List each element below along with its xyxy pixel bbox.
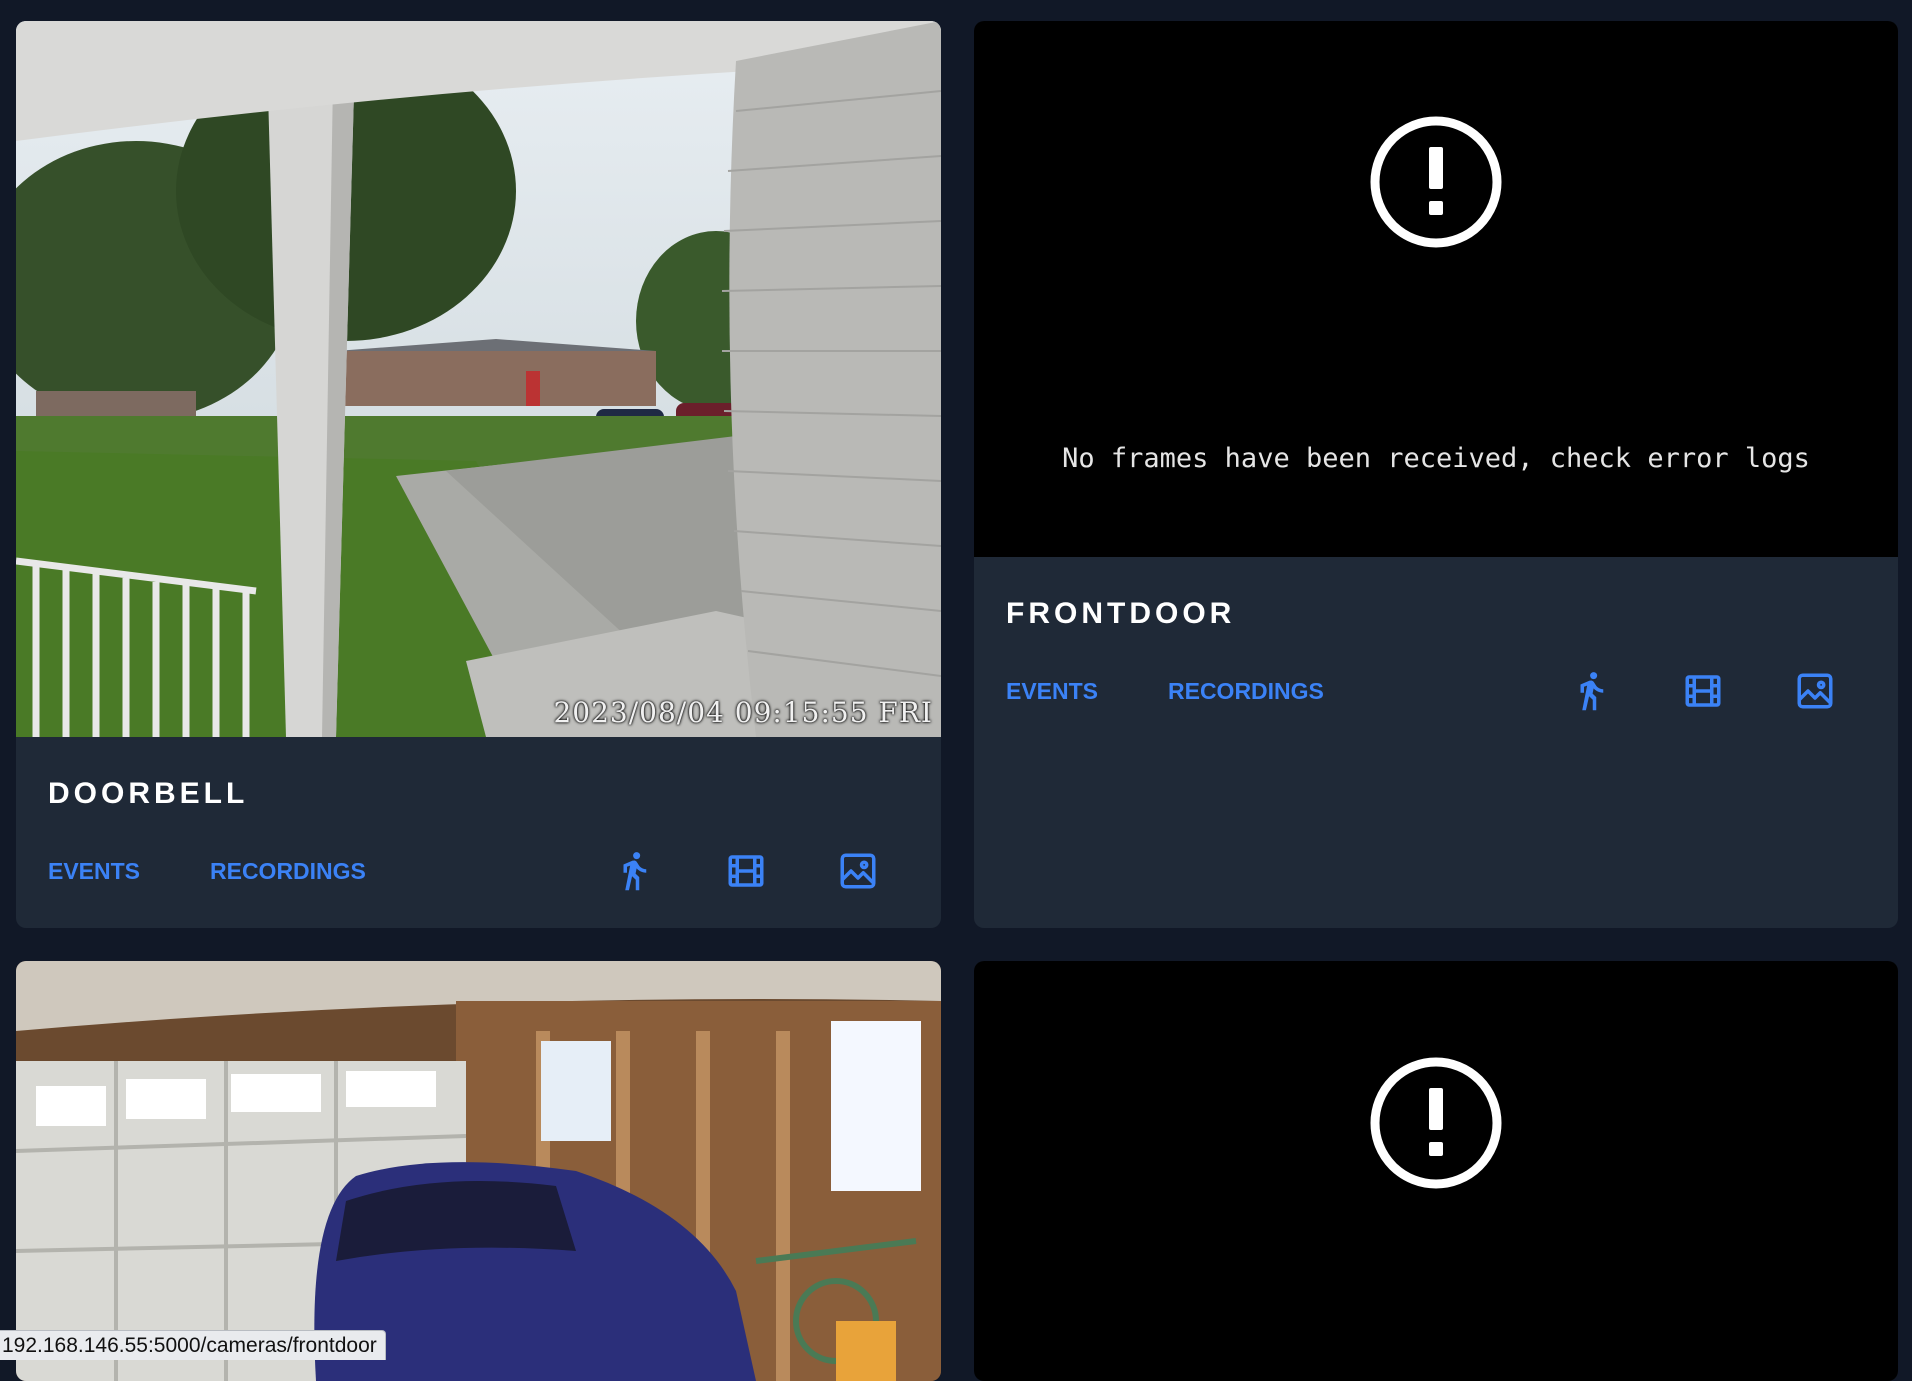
error-exclamation-icon [1370, 116, 1502, 248]
status-bar-url: 192.168.146.55:5000/cameras/frontdoor [0, 1330, 386, 1360]
events-link[interactable]: Events [1006, 661, 1098, 721]
camera-feed-frontdoor[interactable]: No frames have been received, check erro… [974, 21, 1898, 557]
events-link[interactable]: Events [48, 841, 140, 901]
motion-walk-icon[interactable] [1569, 669, 1613, 713]
error-exclamation-icon [1370, 1057, 1502, 1189]
camera-card-frontdoor: No frames have been received, check erro… [974, 21, 1898, 928]
error-message: No frames have been received, check erro… [1062, 443, 1810, 474]
image-snapshot-icon[interactable] [836, 849, 880, 893]
film-clips-icon[interactable] [1681, 669, 1725, 713]
camera-feed-error[interactable] [974, 961, 1898, 1381]
garage-feed-image [16, 961, 941, 1381]
camera-feed-doorbell[interactable]: 2023/08/04 09:15:55 FRI [16, 21, 941, 737]
camera-feed-garage[interactable] [16, 961, 941, 1381]
camera-card-doorbell: 2023/08/04 09:15:55 FRI doorbell Events … [16, 21, 941, 928]
film-clips-icon[interactable] [724, 849, 768, 893]
recordings-link[interactable]: Recordings [210, 841, 366, 901]
motion-walk-icon[interactable] [612, 849, 656, 893]
camera-card-error [974, 961, 1898, 1381]
camera-title: doorbell [48, 777, 249, 810]
camera-card-garage [16, 961, 941, 1381]
recordings-link[interactable]: Recordings [1168, 661, 1324, 721]
camera-title: frontdoor [1006, 597, 1236, 630]
feed-timestamp: 2023/08/04 09:15:55 FRI [553, 696, 933, 729]
doorbell-feed-image [16, 21, 941, 737]
image-snapshot-icon[interactable] [1793, 669, 1837, 713]
